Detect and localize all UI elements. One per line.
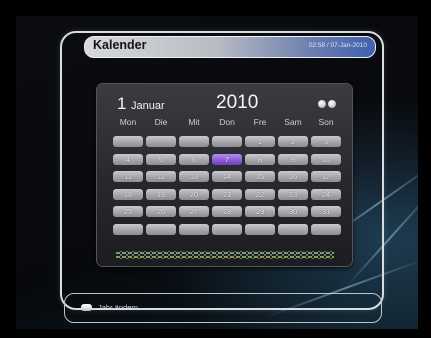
day-cell[interactable]: 23 [278, 188, 308, 200]
clock-datetime: 02:58 / 07-Jan-2010 [308, 42, 367, 49]
next-arrow-icon[interactable] [328, 100, 336, 108]
day-grid: 1 2 3 4 5 6 7 8 9 10 11 12 13 14 15 16 17 18 19 20 21 22 23 24 2… [113, 136, 345, 244]
weekday-label: Die [154, 117, 168, 127]
prev-arrow-icon[interactable] [318, 100, 326, 108]
day-cell[interactable]: 16 [278, 171, 308, 182]
day-cell[interactable]: 24 [311, 188, 341, 200]
empty-day-cell[interactable] [113, 136, 143, 147]
day-cell[interactable]: 11 [113, 171, 143, 182]
window-title: Kalender [93, 38, 147, 52]
weekday-label: Fre [253, 117, 267, 127]
day-cell[interactable]: 17 [311, 171, 341, 182]
day-cell[interactable]: 5 [146, 153, 176, 165]
day-cell[interactable]: 25 [113, 206, 143, 217]
day-cell[interactable]: 19 [146, 188, 176, 200]
change-year-hint: Jahr ändern [98, 303, 139, 312]
day-cell[interactable]: 18 [113, 188, 143, 200]
day-cell[interactable]: 9 [278, 153, 308, 165]
empty-day-cell[interactable] [146, 223, 176, 235]
day-cell[interactable]: 12 [146, 171, 176, 182]
day-cell[interactable]: 10 [311, 153, 341, 165]
day-cell[interactable]: 28 [212, 206, 242, 217]
day-cell[interactable]: 15 [245, 171, 275, 182]
month-label: Januar [131, 100, 165, 112]
day-cell[interactable]: 21 [212, 188, 242, 200]
empty-day-cell[interactable] [212, 136, 242, 147]
day-cell[interactable]: 30 [278, 206, 308, 217]
day-cell[interactable]: 2 [278, 136, 308, 147]
day-cell[interactable]: 13 [179, 171, 209, 182]
selected-day: 1 [117, 94, 127, 113]
weekday-label: Don [219, 117, 235, 127]
day-cell[interactable]: 14 [212, 171, 242, 182]
day-cell[interactable]: 8 [245, 153, 275, 165]
weekday-header: Mon Die Mit Don Fre Sam Son [113, 117, 343, 129]
empty-day-cell[interactable] [179, 136, 209, 147]
calendar-panel: 1 Januar 2010 Mon Die Mit Don Fre Sam Son 1234… [97, 84, 352, 266]
day-cell[interactable]: 31 [311, 206, 341, 217]
day-cell[interactable]: 3 [311, 136, 341, 147]
help-bar: Jahr ändern [64, 293, 382, 323]
day-cell[interactable]: 29 [245, 206, 275, 217]
white-key-icon [81, 304, 92, 311]
day-cell[interactable]: 27 [179, 206, 209, 217]
empty-day-cell[interactable] [212, 223, 242, 235]
empty-day-cell[interactable] [146, 136, 176, 147]
empty-day-cell[interactable] [245, 223, 275, 235]
day-cell[interactable]: 22 [245, 188, 275, 200]
day-cell[interactable]: 7 [212, 153, 242, 165]
day-cell[interactable]: 6 [179, 153, 209, 165]
title-bar: Kalender 02:58 / 07-Jan-2010 [84, 36, 376, 58]
weekday-label: Mit [188, 117, 200, 127]
day-cell[interactable]: 26 [146, 206, 176, 217]
day-cell[interactable]: 1 [245, 136, 275, 147]
empty-day-cell[interactable] [179, 223, 209, 235]
empty-day-cell[interactable] [311, 223, 341, 235]
empty-day-cell[interactable] [278, 223, 308, 235]
decorative-dot-strip [116, 251, 334, 259]
empty-day-cell[interactable] [113, 223, 143, 235]
weekday-label: Mon [119, 117, 137, 127]
day-cell[interactable]: 4 [113, 153, 143, 165]
day-cell[interactable]: 20 [179, 188, 209, 200]
weekday-label: Son [318, 117, 334, 127]
year-label: 2010 [216, 92, 259, 113]
weekday-label: Sam [284, 117, 302, 127]
